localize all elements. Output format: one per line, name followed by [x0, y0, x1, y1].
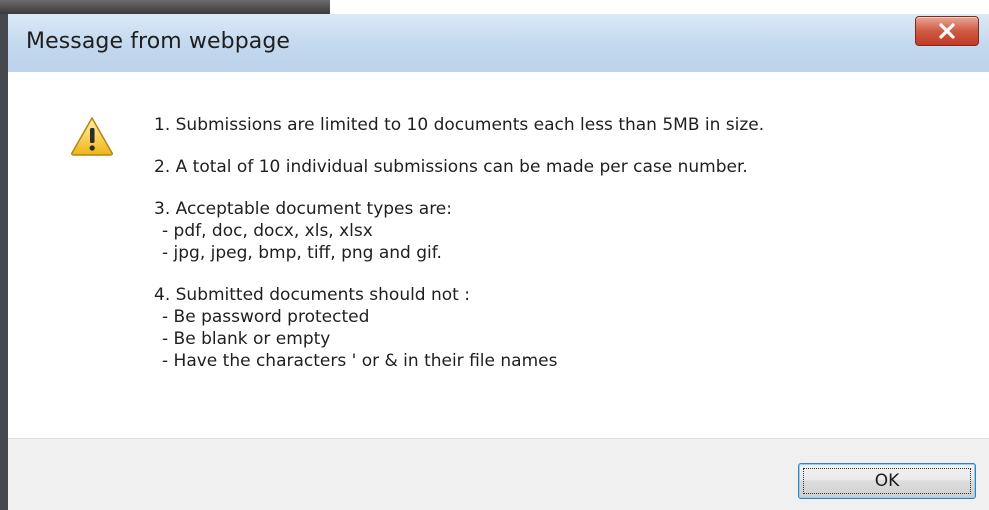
- close-icon: [939, 23, 955, 39]
- message-dialog: Message from webpage 1. Submissions are …: [0, 14, 989, 510]
- title-bar[interactable]: Message from webpage: [8, 14, 989, 72]
- message-line: 3. Acceptable document types are:: [154, 199, 452, 219]
- message-item-3: 3. Acceptable document types are: - pdf,…: [154, 198, 974, 264]
- message-area: 1. Submissions are limited to 10 documen…: [8, 72, 989, 438]
- background-window-edge: [0, 0, 330, 14]
- message-subline: - jpg, jpeg, bmp, tiff, png and gif.: [162, 243, 442, 263]
- message-line: 4. Submitted documents should not :: [154, 285, 470, 305]
- message-subline: - Be blank or empty: [162, 329, 331, 349]
- ok-button-label: OK: [874, 471, 900, 491]
- background-window-strip: [0, 0, 989, 14]
- message-text: 1. Submissions are limited to 10 documen…: [154, 114, 974, 392]
- message-subline: - Be password protected: [162, 307, 370, 327]
- message-subline: - Have the characters ' or & in their fi…: [162, 351, 558, 371]
- message-line: 1. Submissions are limited to 10 documen…: [154, 115, 765, 135]
- message-line: 2. A total of 10 individual submissions …: [154, 157, 748, 177]
- ok-button[interactable]: OK: [798, 463, 976, 499]
- message-item-2: 2. A total of 10 individual submissions …: [154, 156, 974, 178]
- close-button[interactable]: [915, 16, 979, 46]
- message-item-4: 4. Submitted documents should not : - Be…: [154, 284, 974, 372]
- warning-icon: [70, 116, 114, 160]
- message-subline: - pdf, doc, docx, xls, xlsx: [162, 221, 373, 241]
- button-bar: OK: [8, 438, 989, 510]
- message-item-1: 1. Submissions are limited to 10 documen…: [154, 114, 974, 136]
- dialog-title: Message from webpage: [26, 29, 291, 54]
